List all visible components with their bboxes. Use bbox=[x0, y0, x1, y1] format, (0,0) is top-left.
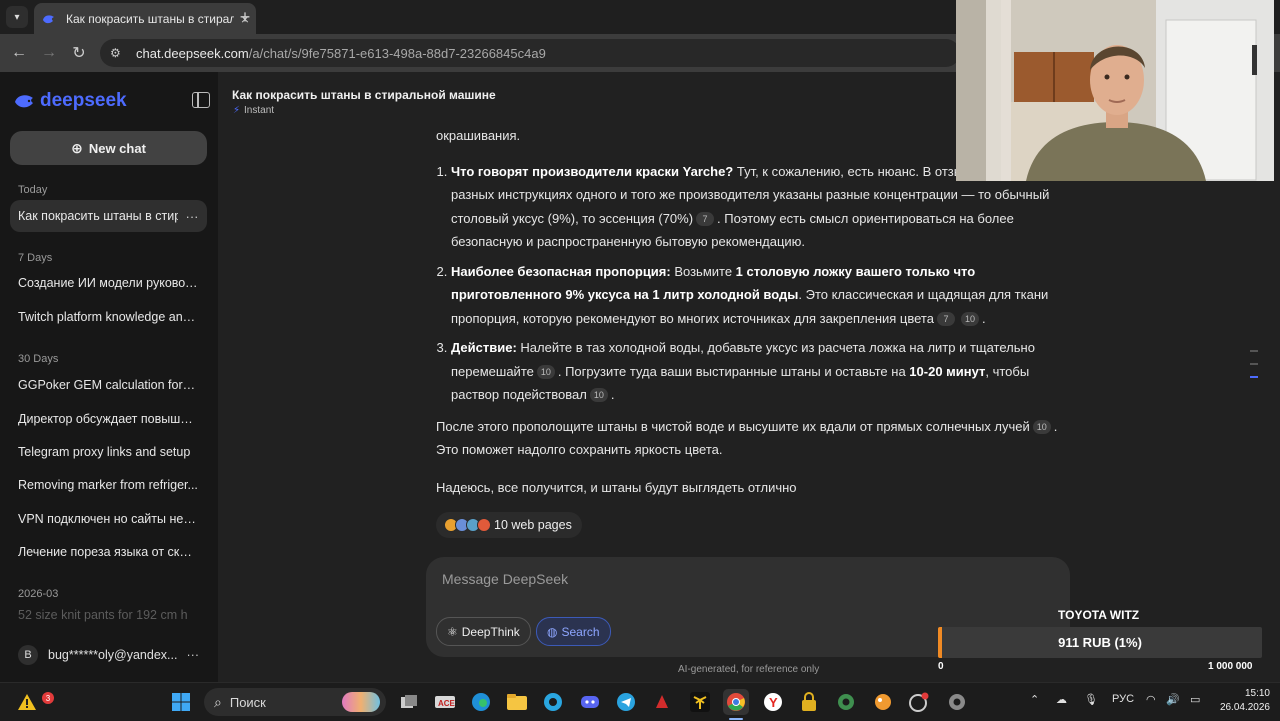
citation-badge[interactable]: 10 bbox=[589, 388, 608, 402]
user-profile[interactable]: B bug******oly@yandex... ··· bbox=[10, 640, 207, 670]
ai-disclaimer: AI-generated, for reference only bbox=[678, 664, 820, 675]
discord-icon[interactable] bbox=[577, 689, 603, 715]
atom-icon: ⚛ bbox=[447, 624, 458, 639]
cloud-icon[interactable]: ☁ bbox=[1056, 693, 1067, 706]
plus-circle-icon: ⊕ bbox=[71, 139, 83, 156]
language-indicator[interactable]: РУС bbox=[1112, 693, 1134, 705]
donation-progress-text: 911 RUB (1%) bbox=[1058, 635, 1142, 650]
answer-list: Что говорят производители краски Yarche?… bbox=[436, 160, 1066, 407]
conversation-title: Как покрасить штаны в стиральной машине bbox=[232, 88, 496, 102]
chevron-up-icon[interactable]: ⌃ bbox=[1030, 693, 1039, 706]
model-mode: ⚡ Instant bbox=[233, 105, 275, 116]
whale-logo-icon bbox=[15, 95, 33, 108]
citation-badge[interactable]: 10 bbox=[1032, 419, 1051, 434]
webcam-overlay bbox=[956, 0, 1274, 181]
webcam-image bbox=[956, 0, 1274, 181]
search-icon: ⌕ bbox=[214, 693, 222, 710]
chrome-icon[interactable] bbox=[723, 689, 749, 715]
new-chat-button[interactable]: ⊕ New chat bbox=[10, 131, 207, 165]
yandex-browser-icon[interactable]: Y bbox=[760, 689, 786, 715]
chat-history-item[interactable]: Как покрасить штаны в стирал ··· bbox=[10, 200, 207, 232]
file-explorer-icon[interactable] bbox=[504, 689, 530, 715]
more-options-icon[interactable]: ··· bbox=[178, 209, 206, 224]
app-red-icon[interactable] bbox=[649, 689, 675, 715]
chat-history-item[interactable]: Removing marker from refriger... bbox=[10, 469, 207, 501]
windows-taskbar: 3 ⌕ Поиск ACE Y ⌃ ☁ 🎙 РУС ◠ 🔊 ▭ 15:10 26… bbox=[0, 682, 1280, 721]
citation-badge[interactable]: 10 bbox=[960, 311, 979, 326]
message-input[interactable]: Message DeepSeek bbox=[442, 571, 568, 587]
notification-badge: 3 bbox=[42, 692, 54, 704]
search-highlight-icon bbox=[342, 692, 380, 712]
chat-history-item[interactable]: VPN подключен но сайты не от... bbox=[10, 503, 207, 535]
taskbar-clock[interactable]: 15:10 26.04.2026 bbox=[1216, 687, 1270, 715]
donation-min-label: 0 bbox=[938, 661, 944, 672]
chat-history-item[interactable]: Twitch platform knowledge and... bbox=[10, 301, 207, 333]
app-lock-icon[interactable] bbox=[796, 689, 822, 715]
globe-icon: ◍ bbox=[547, 624, 558, 639]
citation-badge[interactable]: 7 bbox=[696, 211, 715, 226]
section-label-7-days: 7 Days bbox=[18, 252, 53, 264]
section-label-today: Today bbox=[18, 184, 48, 196]
wifi-icon[interactable]: ◠ bbox=[1146, 693, 1156, 706]
chat-history-item[interactable]: Создание ИИ модели руководс... bbox=[10, 267, 207, 299]
donation-progress-bar: 911 RUB (1%) bbox=[938, 627, 1262, 658]
svg-text:Y: Y bbox=[769, 695, 778, 710]
message-text: После этого прополощите штаны в чистой в… bbox=[436, 418, 1058, 458]
citation-badge[interactable]: 7 bbox=[936, 311, 955, 326]
list-item: Действие: Налейте в таз холодной воды, д… bbox=[451, 336, 1066, 407]
address-bar[interactable]: ⚙ chat.deepseek.com/a/chat/s/9fe75871-e6… bbox=[100, 39, 960, 67]
app-notify-icon[interactable] bbox=[906, 689, 932, 715]
donation-goal-title: TOYOTA WITZ bbox=[1058, 608, 1140, 622]
svg-text:ACE: ACE bbox=[438, 699, 455, 708]
chat-history-item[interactable]: Директор обсуждает повышени... bbox=[10, 403, 207, 435]
list-item: Наиболее безопасная пропорция: Возьмите … bbox=[451, 260, 1066, 331]
deepseek-favicon-icon bbox=[42, 12, 56, 26]
telegram-icon[interactable] bbox=[613, 689, 639, 715]
search-toggle[interactable]: ◍ Search bbox=[536, 617, 611, 646]
app-icon[interactable]: ACE bbox=[432, 689, 458, 715]
settings-gear-icon[interactable] bbox=[944, 689, 970, 715]
app-gear-green-icon[interactable] bbox=[833, 689, 859, 715]
volume-icon[interactable]: 🔊 bbox=[1166, 693, 1180, 706]
collapse-sidebar-icon[interactable] bbox=[192, 92, 210, 108]
lightning-icon: ⚡ bbox=[233, 105, 241, 116]
sidebar: deepseek ⊕ New chat Today Как покрасить … bbox=[0, 72, 218, 682]
deepthink-toggle[interactable]: ⚛ DeepThink bbox=[436, 617, 531, 646]
app-circle-icon[interactable] bbox=[540, 689, 566, 715]
donation-max-label: 1 000 000 bbox=[1208, 661, 1253, 672]
chat-history-item[interactable]: 52 size knit pants for 192 cm h bbox=[10, 604, 207, 626]
reload-icon[interactable]: ↻ bbox=[68, 42, 90, 64]
back-arrow-icon[interactable]: ← bbox=[8, 42, 30, 64]
microphone-icon[interactable]: 🎙 bbox=[1084, 693, 1098, 706]
edge-browser-icon[interactable] bbox=[468, 689, 494, 715]
chat-history-item[interactable]: Лечение пореза языка от сколо... bbox=[10, 536, 207, 568]
web-sources-button[interactable]: 10 web pages bbox=[436, 512, 582, 538]
taskbar-search[interactable]: ⌕ Поиск bbox=[204, 688, 386, 716]
forward-arrow-icon[interactable]: → bbox=[38, 42, 60, 64]
chat-history-item[interactable]: Telegram proxy links and setup bbox=[10, 436, 207, 468]
citation-badge[interactable]: 10 bbox=[536, 364, 555, 379]
more-options-icon[interactable]: ··· bbox=[187, 648, 200, 662]
battery-icon[interactable]: ▭ bbox=[1190, 693, 1200, 706]
chat-history-item[interactable]: GGPoker GEM calculation for r... bbox=[10, 369, 207, 401]
section-label-30-days: 30 Days bbox=[18, 353, 59, 365]
section-label-2026-03: 2026-03 bbox=[18, 588, 59, 600]
conversation-scroll-markers[interactable] bbox=[1250, 350, 1258, 389]
warning-widget-icon[interactable]: 3 bbox=[14, 689, 54, 715]
source-favicons-icon bbox=[444, 518, 491, 532]
app-palm-icon[interactable] bbox=[687, 689, 713, 715]
avatar: B bbox=[18, 645, 38, 665]
user-email: bug******oly@yandex... bbox=[48, 648, 178, 662]
app-orange-icon[interactable] bbox=[870, 689, 896, 715]
new-tab-button[interactable]: + bbox=[234, 6, 256, 28]
message-text: Надеюсь, все получится, и штаны будут вы… bbox=[436, 479, 797, 495]
task-view-icon[interactable] bbox=[396, 689, 422, 715]
url-text: chat.deepseek.com/a/chat/s/9fe75871-e613… bbox=[136, 45, 546, 61]
deepseek-logo[interactable]: deepseek bbox=[14, 90, 127, 112]
site-info-icon[interactable]: ⚙ bbox=[110, 46, 128, 60]
tab-search-button[interactable]: ▾ bbox=[6, 6, 28, 28]
windows-start-icon[interactable] bbox=[168, 689, 194, 715]
browser-tab[interactable]: Как покрасить штаны в стирал × bbox=[34, 3, 256, 34]
tab-title: Как покрасить штаны в стирал bbox=[66, 11, 234, 26]
